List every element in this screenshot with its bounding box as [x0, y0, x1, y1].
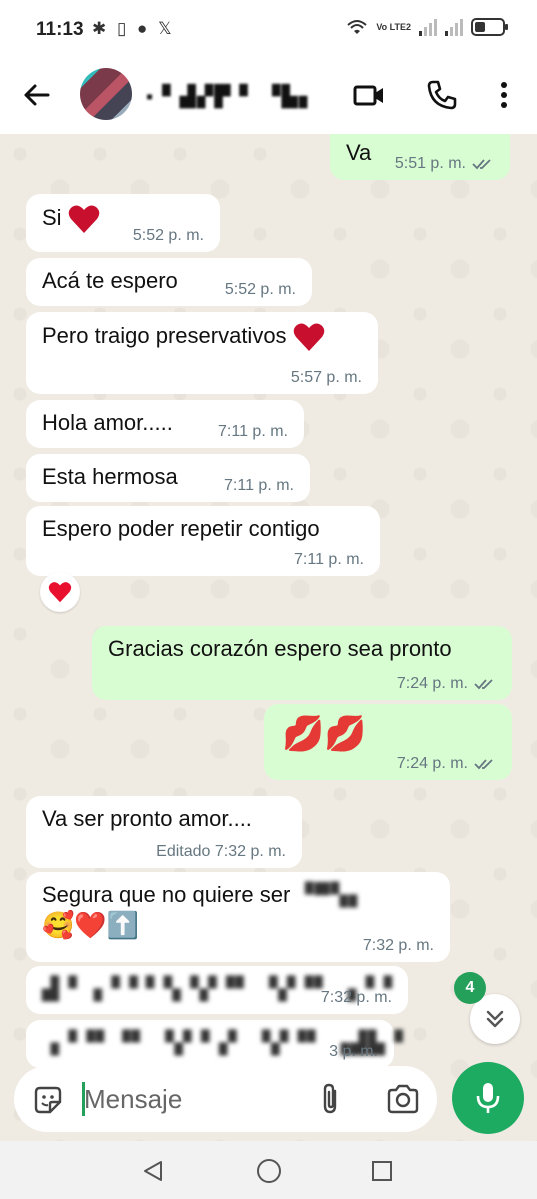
- message-input-bar[interactable]: Mensaje: [14, 1066, 437, 1132]
- message-bubble-incoming[interactable]: Hola amor..... 7:11 p. m.: [26, 400, 304, 448]
- message-time: 7:11 p. m.: [224, 477, 294, 494]
- message-time: 7:24 p. m.: [396, 755, 468, 772]
- nav-home-icon[interactable]: [256, 1158, 282, 1184]
- status-bar: 11:13 ✱ ▯ ● 𝕏 Vo LTE2: [0, 0, 537, 60]
- message-meta: 5:52 p. m.: [225, 281, 296, 299]
- message-bubble-incoming[interactable]: Segura que no quiere ser ▝▀▚▖ 🥰❤️⬆️ 7:32…: [26, 872, 450, 962]
- chat-header: ▪ ▘▟▞▛ ▘ ▝▙▖: [0, 60, 537, 134]
- message-meta: 7:11 p. m.: [294, 551, 364, 569]
- message-bubble-incoming[interactable]: Si 5:52 p. m.: [26, 194, 220, 252]
- message-input[interactable]: Mensaje: [84, 1084, 182, 1115]
- message-bubble-incoming[interactable]: ▗▝▝▘▝▘ ▝▞▝▗▘ ▝▞▝▘ ▗▟▙▝ 3 p. m.: [26, 1020, 404, 1068]
- message-bubble-incoming[interactable]: ▟▝ ▗▝▝ ▘▚▝▞▝▘ ▝▞▝▘ ▗▝▝ 7:32 p. m.: [26, 966, 408, 1014]
- message-text: Pero traigo preservativos: [42, 322, 287, 348]
- message-meta: 5:52 p. m.: [133, 227, 204, 245]
- red-heart-emoji: [48, 582, 72, 603]
- wifi-icon: [347, 20, 367, 34]
- message-meta: 7:24 p. m.: [397, 755, 496, 773]
- reaction-badge[interactable]: [40, 572, 80, 612]
- message-time: 5:52 p. m.: [132, 227, 204, 244]
- redacted-message-text: ▗▝▝▘▝▘ ▝▞▝▗▘ ▝▞▝▘ ▗▟▙▝: [42, 1030, 404, 1055]
- message-time: 5:52 p. m.: [224, 281, 296, 298]
- red-heart-emoji: [68, 205, 99, 233]
- read-ticks-icon: [474, 679, 493, 690]
- phone-icon[interactable]: [425, 78, 459, 112]
- read-ticks-icon: [474, 759, 493, 770]
- message-meta: 7:32 p. m.: [321, 989, 392, 1007]
- message-time: 7:32 p. m.: [362, 937, 434, 954]
- message-bubble-outgoing[interactable]: Va 5:51 p. m.: [330, 134, 510, 180]
- status-notification-icons: ✱ ▯ ● 𝕏: [92, 19, 175, 38]
- back-arrow-icon[interactable]: [20, 78, 54, 112]
- message-text: Gracias corazón espero sea pronto: [108, 636, 452, 661]
- status-time: 11:13: [36, 19, 84, 40]
- message-time: 7:24 p. m.: [396, 675, 468, 692]
- message-text: Espero poder repetir contigo: [42, 516, 320, 541]
- message-meta: Editado 7:32 p. m.: [156, 843, 286, 861]
- message-bubble-incoming[interactable]: Acá te espero 5:52 p. m.: [26, 258, 312, 306]
- message-meta: 3 p. m.: [329, 1043, 378, 1061]
- message-time: 7:11 p. m.: [294, 551, 364, 568]
- message-meta: 7:24 p. m.: [397, 675, 496, 693]
- message-meta: 7:11 p. m.: [218, 423, 288, 441]
- contact-name[interactable]: ▪ ▘▟▞▛ ▘ ▝▙▖: [146, 84, 317, 109]
- redacted-text: ▝▀▚▖: [296, 882, 367, 907]
- message-meta: 7:11 p. m.: [224, 477, 294, 495]
- message-text: Va ser pronto amor....: [42, 806, 252, 831]
- message-meta: 7:32 p. m.: [363, 937, 434, 955]
- message-text: Segura que no quiere ser: [42, 882, 291, 907]
- nav-back-icon[interactable]: [141, 1159, 165, 1183]
- message-bubble-incoming[interactable]: Va ser pronto amor.... Editado 7:32 p. m…: [26, 796, 302, 868]
- message-time: 7:32 p. m.: [320, 989, 392, 1006]
- signal-icon-2: [445, 18, 463, 36]
- message-bubble-incoming[interactable]: Pero traigo preservativos 5:57 p. m.: [26, 312, 378, 394]
- unread-count-badge: 4: [454, 972, 486, 1004]
- message-meta: 5:57 p. m.: [291, 369, 362, 387]
- double-chevron-down-icon: [486, 1010, 504, 1028]
- camera-icon[interactable]: [386, 1083, 420, 1115]
- message-text: Si: [42, 204, 62, 230]
- read-ticks-icon: [472, 159, 491, 170]
- attach-icon[interactable]: [316, 1082, 346, 1116]
- message-bubble-outgoing[interactable]: 💋💋 7:24 p. m.: [264, 704, 512, 780]
- mic-icon: [476, 1083, 500, 1113]
- battery-icon: [471, 18, 508, 36]
- message-bubble-incoming[interactable]: Esta hermosa 7:11 p. m.: [26, 454, 310, 502]
- message-meta: 5:51 p. m.: [395, 155, 494, 173]
- message-bubble-incoming[interactable]: Espero poder repetir contigo 7:11 p. m.: [26, 506, 380, 576]
- message-time: 7:11 p. m.: [218, 423, 288, 440]
- volte-indicator: Vo LTE2: [376, 21, 411, 32]
- mic-button[interactable]: [452, 1062, 524, 1134]
- message-time: 5:51 p. m.: [394, 155, 466, 172]
- message-time: 3 p. m.: [329, 1043, 378, 1060]
- more-options-icon[interactable]: [487, 78, 521, 112]
- kiss-emoji-text: 💋💋: [282, 715, 367, 753]
- chat-area[interactable]: Va 5:51 p. m. Si 5:52 p. m. Acá te esper…: [0, 134, 537, 1141]
- system-nav-bar: [0, 1141, 537, 1199]
- video-call-icon[interactable]: [352, 78, 386, 112]
- sticker-icon[interactable]: [32, 1084, 64, 1116]
- message-bubble-outgoing[interactable]: Gracias corazón espero sea pronto 7:24 p…: [92, 626, 512, 700]
- message-time: Editado 7:32 p. m.: [156, 843, 286, 860]
- signal-icon: [419, 18, 437, 36]
- message-time: 5:57 p. m.: [290, 369, 362, 386]
- avatar[interactable]: [80, 68, 132, 120]
- red-heart-emoji: [293, 323, 324, 351]
- nav-recents-icon[interactable]: [370, 1159, 394, 1183]
- status-system-icons: Vo LTE2: [346, 18, 508, 36]
